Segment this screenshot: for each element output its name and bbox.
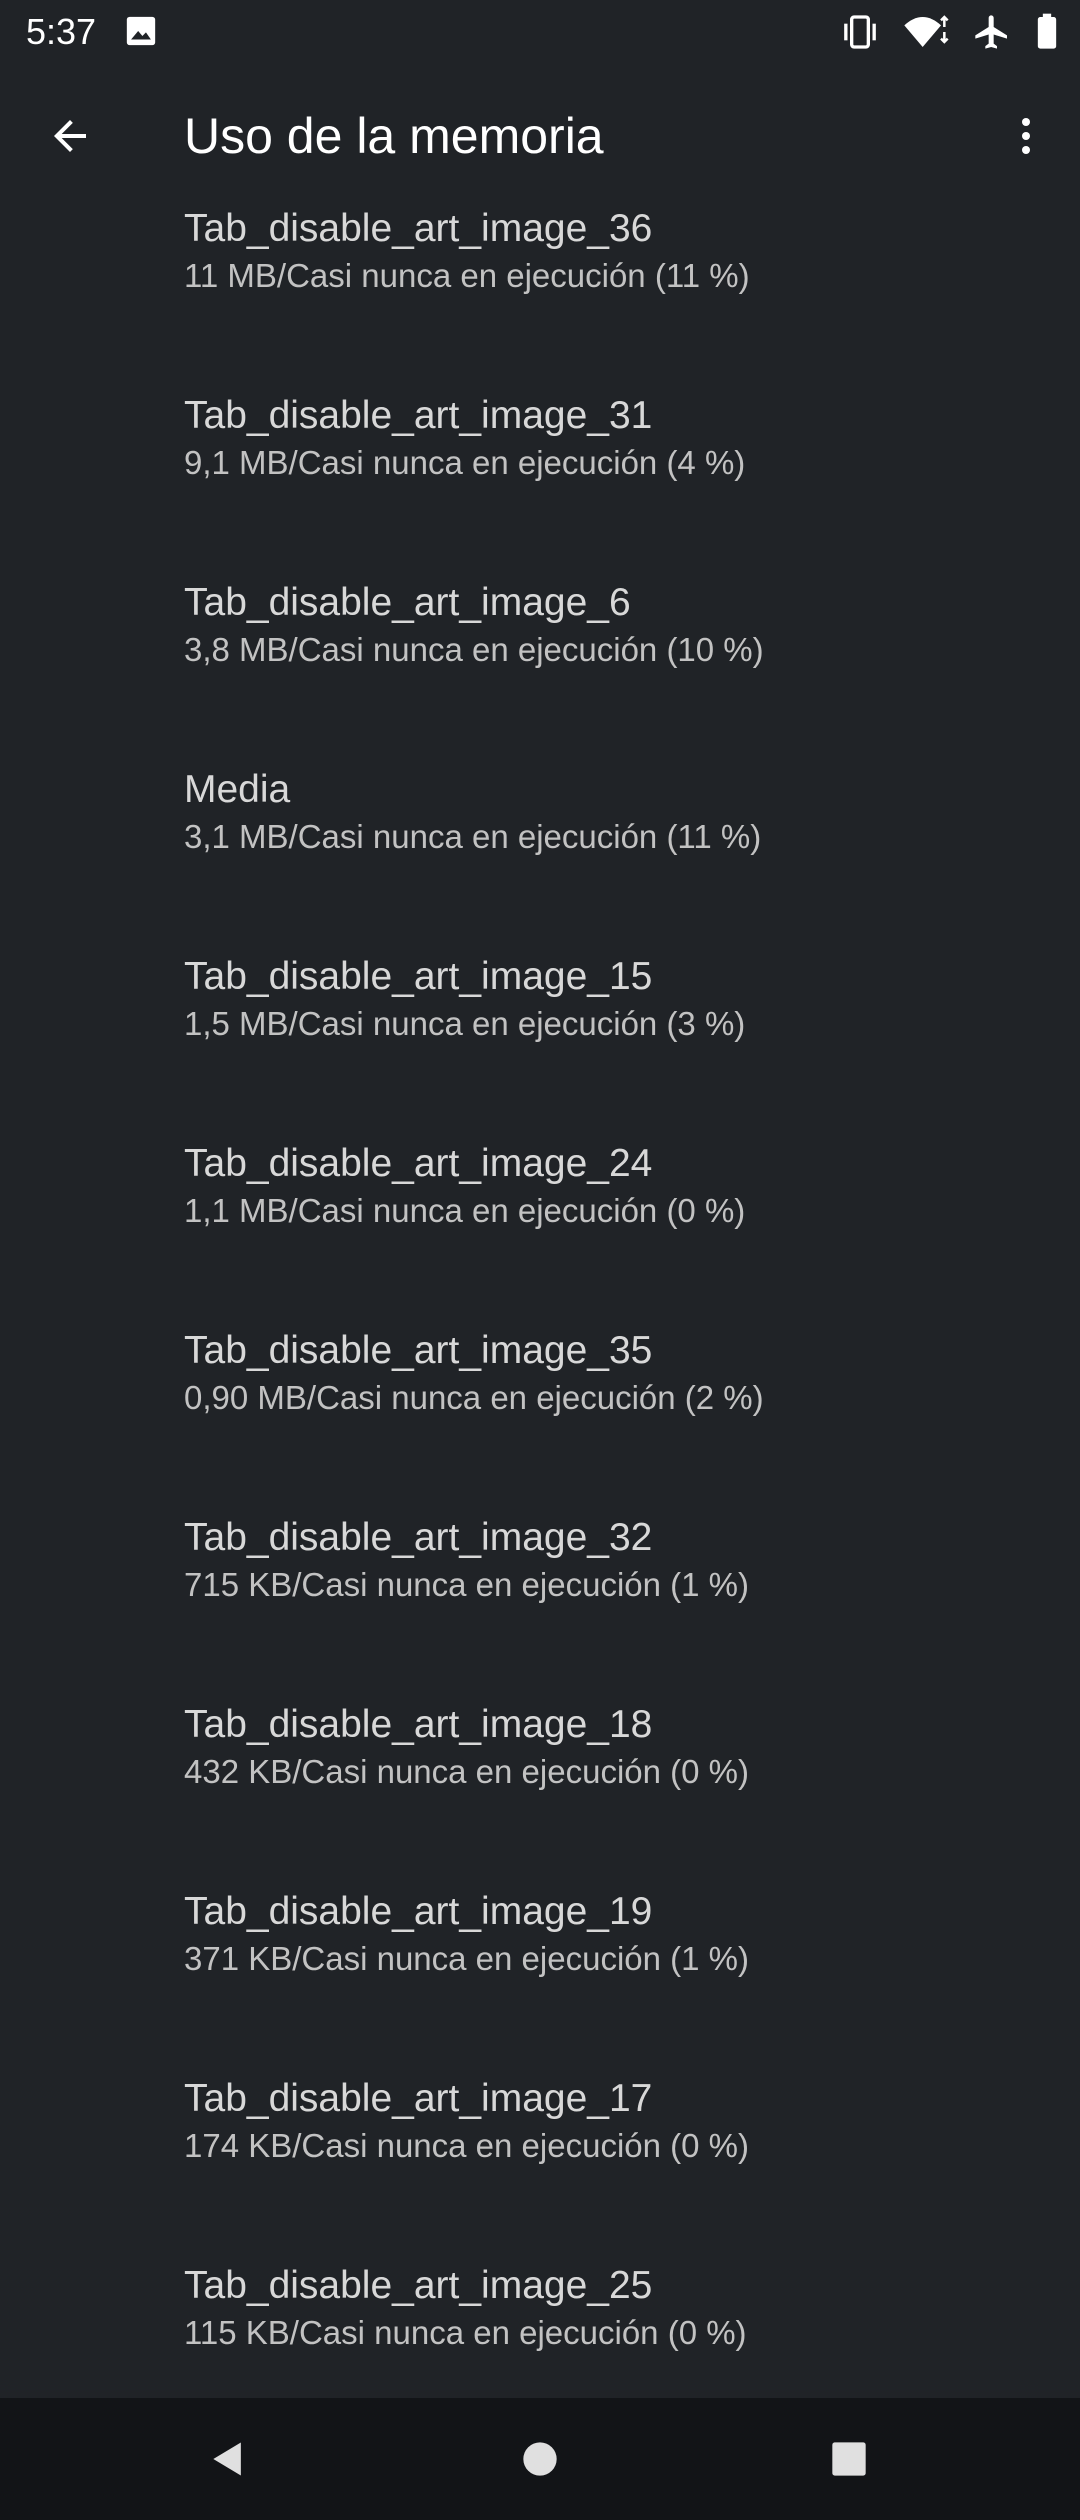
- item-summary: 3,1 MB/Casi nunca en ejecución (11 %): [184, 818, 762, 855]
- list-item[interactable]: Tab_disable_art_image_17 174 KB/Casi nun…: [0, 2074, 1080, 2261]
- nav-back-button[interactable]: [192, 2423, 264, 2495]
- item-title: Tab_disable_art_image_25: [184, 2264, 653, 2307]
- item-summary: 1,5 MB/Casi nunca en ejecución (3 %): [184, 1005, 746, 1042]
- item-summary: 0,90 MB/Casi nunca en ejecución (2 %): [184, 1379, 764, 1416]
- list-item[interactable]: Tab_disable_art_image_6 3,8 MB/Casi nunc…: [0, 578, 1080, 765]
- item-summary: 432 KB/Casi nunca en ejecución (0 %): [184, 1753, 749, 1790]
- list-item[interactable]: Tab_disable_art_image_25 115 KB/Casi nun…: [0, 2261, 1080, 2398]
- status-time: 5:37: [26, 11, 97, 52]
- item-title: Tab_disable_art_image_35: [184, 1329, 653, 1372]
- item-title: Tab_disable_art_image_19: [184, 1890, 653, 1933]
- item-title: Tab_disable_art_image_17: [184, 2077, 653, 2120]
- nav-home-icon: [523, 2442, 557, 2476]
- app-bar: Uso de la memoria: [0, 64, 1080, 204]
- list-item[interactable]: Tab_disable_art_image_19 371 KB/Casi nun…: [0, 1887, 1080, 2074]
- page-title: Uso de la memoria: [184, 108, 604, 164]
- battery-icon: [1034, 12, 1060, 52]
- item-title: Tab_disable_art_image_18: [184, 1703, 653, 1746]
- list-item[interactable]: Tab_disable_art_image_36 11 MB/Casi nunc…: [0, 204, 1080, 391]
- nav-recents-icon: [832, 2442, 866, 2476]
- airplane-icon: [972, 12, 1012, 52]
- wifi-icon: [902, 12, 950, 52]
- item-summary: 115 KB/Casi nunca en ejecución (0 %): [184, 2314, 747, 2351]
- item-title: Media: [184, 768, 291, 811]
- item-title: Tab_disable_art_image_6: [184, 581, 631, 624]
- nav-recents-button[interactable]: [813, 2423, 885, 2495]
- item-summary: 174 KB/Casi nunca en ejecución (0 %): [184, 2127, 749, 2164]
- more-vert-icon: [1022, 118, 1030, 154]
- navigation-bar: [0, 2398, 1080, 2520]
- more-options-button[interactable]: [994, 100, 1058, 172]
- item-title: Tab_disable_art_image_36: [184, 207, 653, 250]
- item-title: Tab_disable_art_image_31: [184, 394, 653, 437]
- list-item[interactable]: Tab_disable_art_image_24 1,1 MB/Casi nun…: [0, 1139, 1080, 1326]
- list-item[interactable]: Media 3,1 MB/Casi nunca en ejecución (11…: [0, 765, 1080, 952]
- nav-back-icon: [213, 2442, 241, 2476]
- arrow-back-icon: [54, 120, 86, 152]
- status-bar: 5:37: [0, 0, 1080, 64]
- item-summary: 1,1 MB/Casi nunca en ejecución (0 %): [184, 1192, 746, 1229]
- item-summary: 715 KB/Casi nunca en ejecución (1 %): [184, 1566, 749, 1603]
- list-item[interactable]: Tab_disable_art_image_35 0,90 MB/Casi nu…: [0, 1326, 1080, 1513]
- list-item[interactable]: Tab_disable_art_image_18 432 KB/Casi nun…: [0, 1700, 1080, 1887]
- vibrate-icon: [840, 12, 880, 52]
- list-item[interactable]: Tab_disable_art_image_15 1,5 MB/Casi nun…: [0, 952, 1080, 1139]
- item-title: Tab_disable_art_image_32: [184, 1516, 653, 1559]
- item-title: Tab_disable_art_image_15: [184, 955, 653, 998]
- image-icon: [124, 14, 158, 48]
- nav-home-button[interactable]: [504, 2423, 576, 2495]
- item-title: Tab_disable_art_image_24: [184, 1142, 653, 1185]
- status-icons: [840, 10, 1060, 54]
- item-summary: 3,8 MB/Casi nunca en ejecución (10 %): [184, 631, 764, 668]
- list-item[interactable]: Tab_disable_art_image_32 715 KB/Casi nun…: [0, 1513, 1080, 1700]
- item-summary: 9,1 MB/Casi nunca en ejecución (4 %): [184, 444, 746, 481]
- item-summary: 11 MB/Casi nunca en ejecución (11 %): [184, 257, 750, 294]
- back-button[interactable]: [34, 100, 106, 172]
- list-item[interactable]: Tab_disable_art_image_31 9,1 MB/Casi nun…: [0, 391, 1080, 578]
- process-list[interactable]: Tab_disable_art_image_36 11 MB/Casi nunc…: [0, 204, 1080, 2398]
- item-summary: 371 KB/Casi nunca en ejecución (1 %): [184, 1940, 749, 1977]
